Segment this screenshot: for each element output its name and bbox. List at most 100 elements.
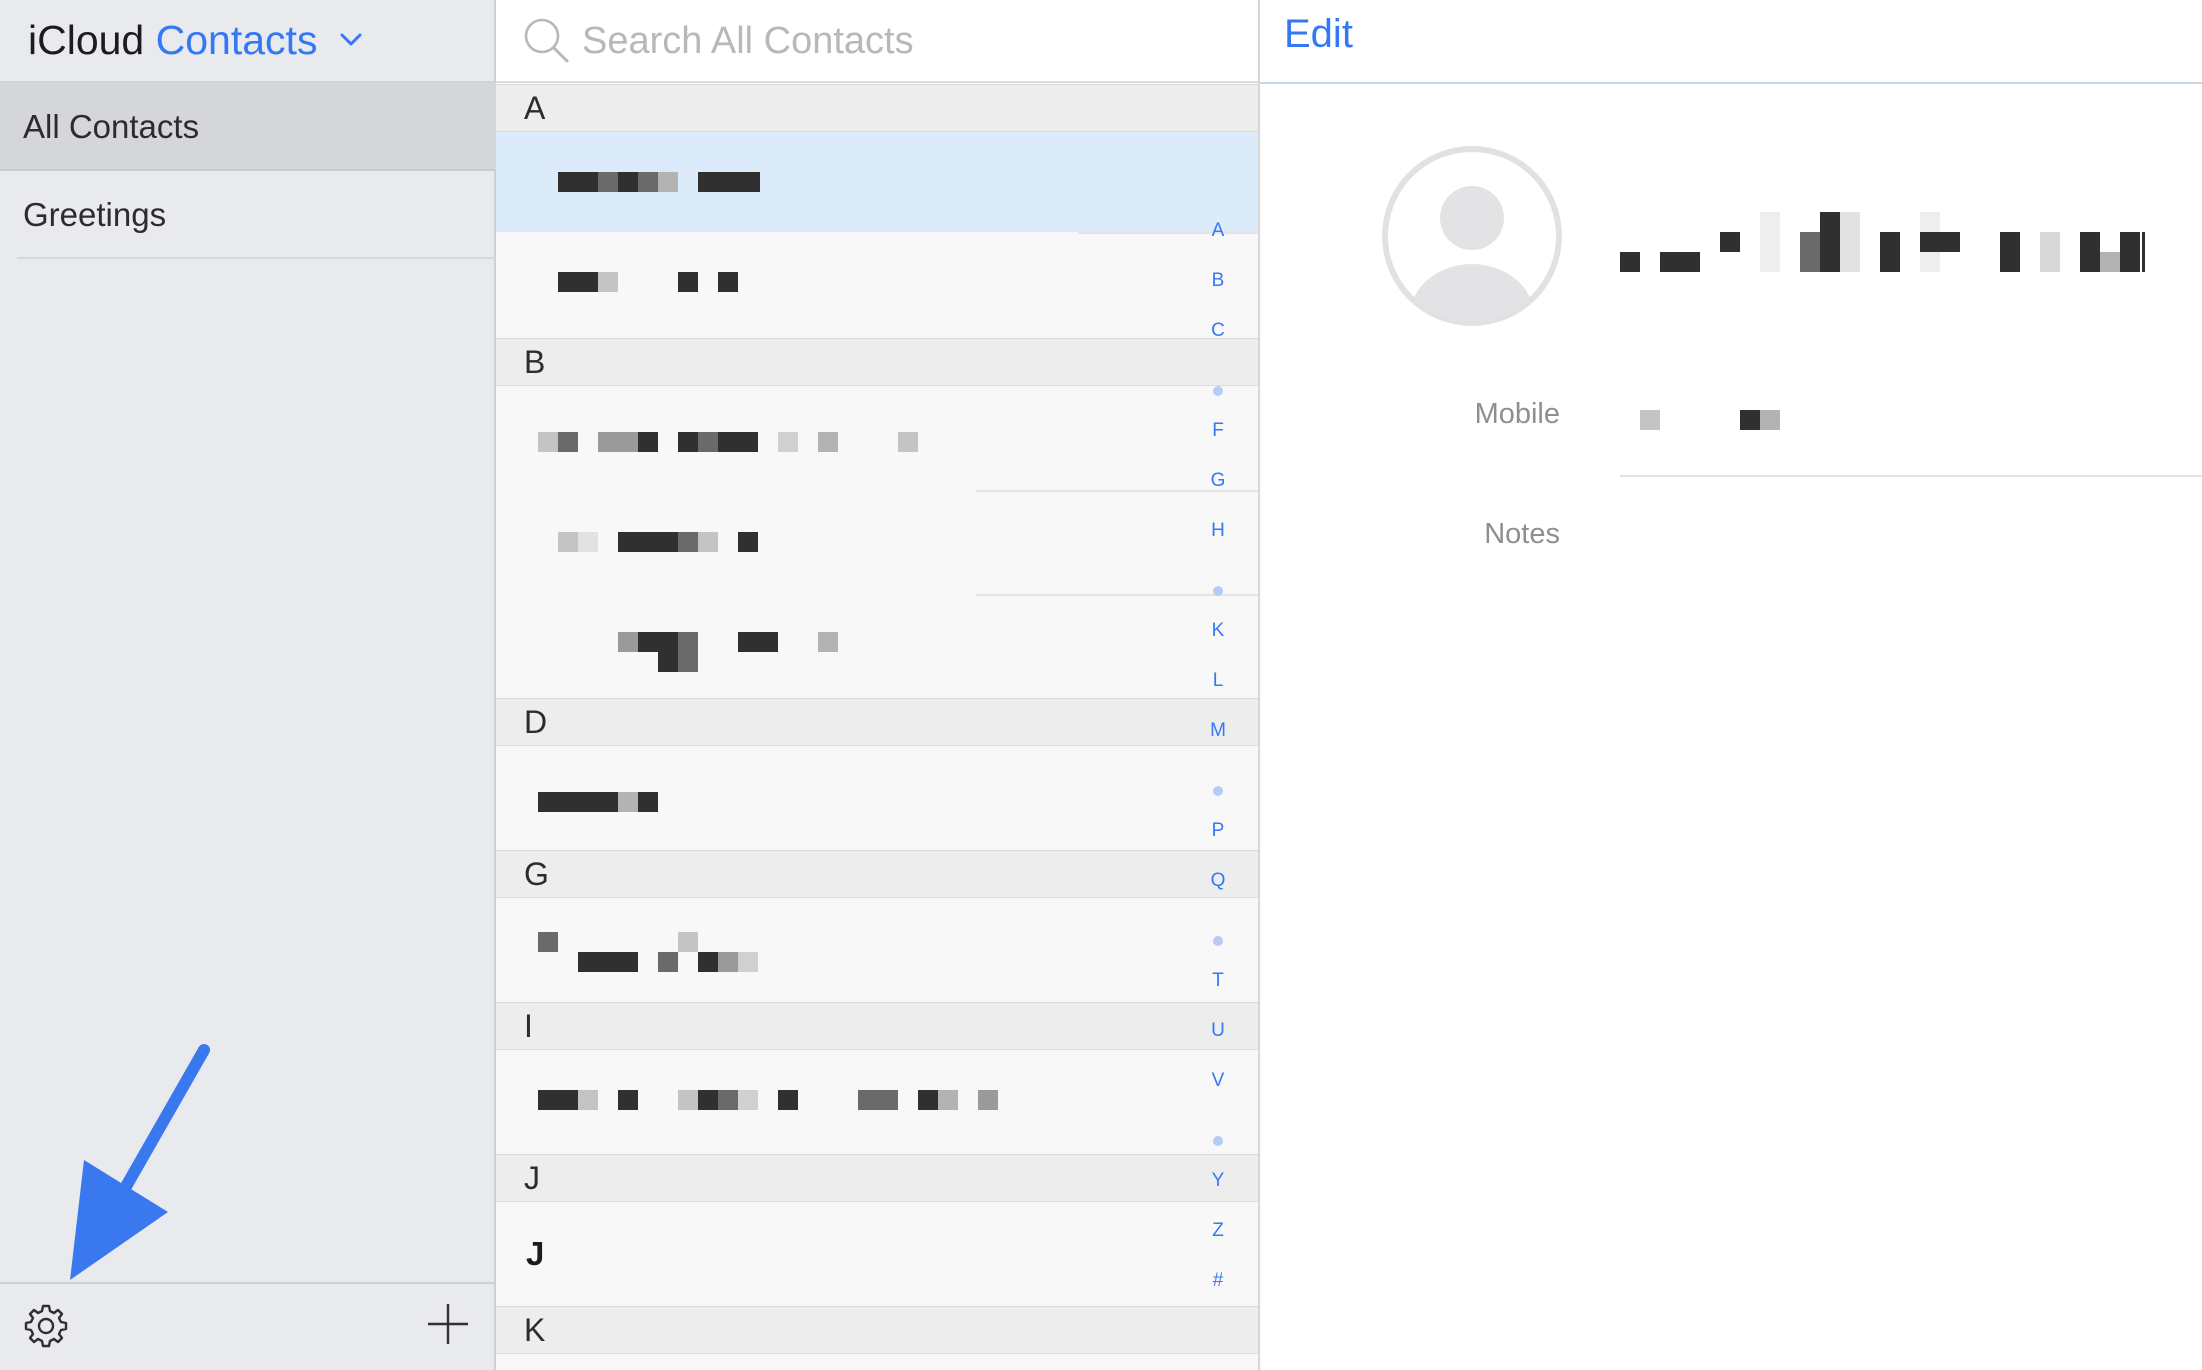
redacted-block — [698, 172, 760, 192]
app-title-dropdown[interactable]: iCloud Contacts — [28, 14, 363, 66]
contact-row[interactable] — [496, 234, 1258, 338]
index-letter[interactable]: M — [1204, 720, 1232, 742]
redacted-block — [678, 432, 698, 452]
contact-row-selected[interactable] — [496, 132, 1258, 232]
redacted-block — [558, 172, 598, 192]
redacted-block — [1720, 232, 1740, 252]
redacted-block — [658, 172, 678, 192]
index-letter[interactable]: V — [1204, 1070, 1232, 1092]
index-dot[interactable] — [1213, 386, 1223, 396]
index-letter[interactable]: A — [1204, 220, 1232, 242]
group-all-contacts[interactable]: All Contacts — [0, 83, 496, 171]
plus-icon[interactable] — [425, 1301, 471, 1347]
section-header: I — [496, 1002, 1258, 1050]
section-header: J — [496, 1154, 1258, 1202]
avatar-placeholder-icon — [1382, 146, 1562, 326]
app-title-brand: iCloud — [28, 17, 145, 63]
index-letter[interactable]: G — [1204, 470, 1232, 492]
notes-label: Notes — [1484, 518, 1560, 550]
search-icon — [524, 18, 569, 63]
redacted-block — [1800, 232, 1820, 272]
contact-row[interactable] — [496, 1354, 1258, 1370]
redacted-block — [618, 792, 638, 812]
redacted-block — [618, 172, 638, 192]
sidebar-header: iCloud Contacts — [0, 0, 494, 83]
section-header: B — [496, 338, 1258, 386]
redacted-block — [1640, 410, 1660, 430]
redacted-block — [538, 1090, 578, 1110]
contact-detail: Edit Mobile Notes — [1260, 0, 2202, 1370]
redacted-block — [978, 1090, 998, 1110]
index-dot[interactable] — [1213, 786, 1223, 796]
index-letter[interactable]: T — [1204, 970, 1232, 992]
index-dot[interactable] — [1213, 936, 1223, 946]
redacted-block — [778, 432, 798, 452]
redacted-block — [898, 432, 918, 452]
redacted-block — [1760, 410, 1780, 430]
redacted-block — [738, 1090, 758, 1110]
redacted-block — [1760, 212, 1780, 272]
redacted-block — [538, 792, 618, 812]
contact-row[interactable] — [496, 386, 1258, 490]
group-label: Greetings — [23, 196, 167, 233]
contact-row[interactable] — [496, 1050, 1258, 1154]
contact-row[interactable] — [496, 898, 1258, 1002]
redacted-block — [678, 652, 698, 672]
gear-icon[interactable] — [22, 1302, 70, 1350]
redacted-block — [778, 1090, 798, 1110]
redacted-block — [718, 952, 738, 972]
index-letter[interactable]: B — [1204, 270, 1232, 292]
redacted-block — [558, 432, 578, 452]
index-letter[interactable]: L — [1204, 670, 1232, 692]
index-letter[interactable]: C — [1204, 320, 1232, 342]
index-letter[interactable]: Q — [1204, 870, 1232, 892]
redacted-block — [578, 532, 598, 552]
sidebar: iCloud Contacts All Contacts Greetings — [0, 0, 496, 1370]
redacted-block — [678, 532, 698, 552]
index-letter[interactable]: # — [1204, 1270, 1232, 1292]
group-greetings[interactable]: Greetings — [17, 171, 496, 259]
sidebar-footer — [0, 1282, 494, 1370]
redacted-block — [2142, 232, 2145, 272]
redacted-block — [558, 532, 578, 552]
redacted-block — [598, 272, 618, 292]
index-letter[interactable]: K — [1204, 620, 1232, 642]
redacted-block — [2080, 232, 2100, 272]
redacted-block — [1620, 252, 1640, 272]
redacted-block — [918, 1090, 938, 1110]
section-header: A — [496, 84, 1258, 132]
index-letter[interactable]: Z — [1204, 1220, 1232, 1242]
redacted-block — [618, 532, 678, 552]
index-letter[interactable]: H — [1204, 520, 1232, 542]
contact-name: J — [526, 1235, 545, 1272]
redacted-block — [658, 652, 678, 672]
search-input[interactable] — [580, 12, 1224, 70]
redacted-block — [598, 172, 618, 192]
redacted-block — [2100, 252, 2120, 272]
index-letter[interactable]: U — [1204, 1020, 1232, 1042]
redacted-block — [1920, 232, 1960, 252]
redacted-block — [638, 792, 658, 812]
index-letter[interactable]: P — [1204, 820, 1232, 842]
redacted-block — [698, 1090, 718, 1110]
redacted-block — [718, 272, 738, 292]
redacted-block — [1880, 232, 1900, 272]
section-header: G — [496, 850, 1258, 898]
redacted-block — [2000, 232, 2020, 272]
redacted-block — [818, 432, 838, 452]
redacted-block — [578, 952, 638, 972]
search-bar — [496, 0, 1258, 83]
redacted-block — [558, 272, 598, 292]
edit-button[interactable]: Edit — [1284, 12, 1353, 57]
index-dot[interactable] — [1213, 586, 1223, 596]
index-dot[interactable] — [1213, 1136, 1223, 1146]
contact-row[interactable] — [496, 596, 1258, 698]
redacted-block — [2040, 232, 2060, 272]
index-letter[interactable]: Y — [1204, 1170, 1232, 1192]
contact-row[interactable] — [496, 746, 1258, 850]
redacted-block — [698, 432, 718, 452]
contact-row[interactable]: J — [496, 1202, 1258, 1306]
redacted-block — [638, 172, 658, 192]
contact-row[interactable] — [496, 492, 1258, 594]
index-letter[interactable]: F — [1204, 420, 1232, 442]
